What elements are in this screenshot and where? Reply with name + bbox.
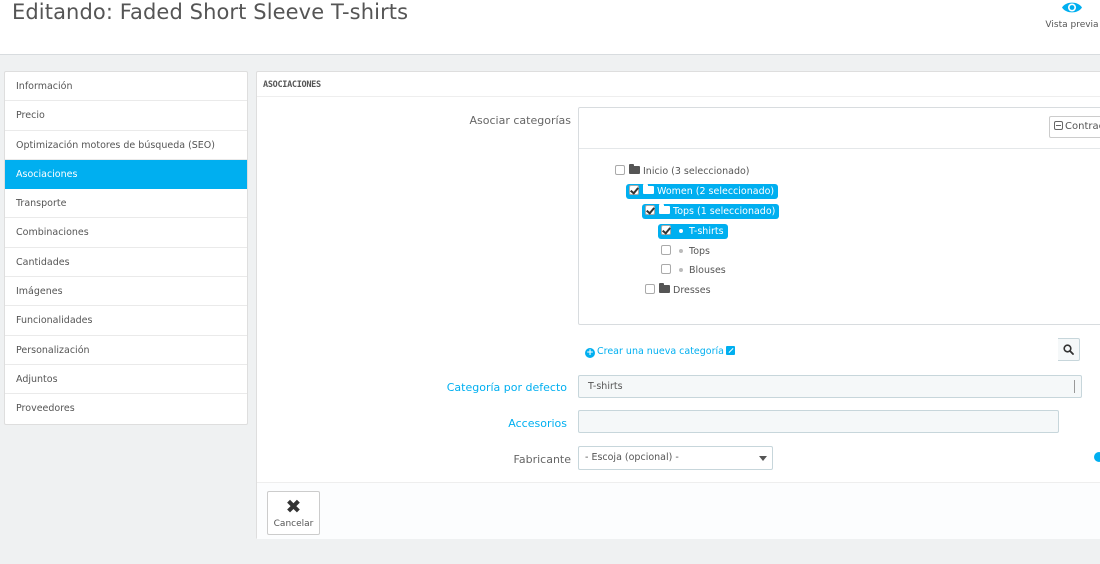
- checkbox-icon[interactable]: [645, 284, 655, 294]
- tree-node-women[interactable]: Women (2 seleccionado): [626, 184, 779, 199]
- associate-categories-label: Asociar categorías: [469, 114, 571, 127]
- default-category-select[interactable]: T-shirts: [578, 375, 1082, 398]
- accessories-label: Accesorios: [508, 417, 567, 430]
- folder-icon: [659, 283, 670, 293]
- dot-icon: [679, 249, 683, 253]
- manufacturer-label: Fabricante: [513, 453, 571, 466]
- folder-open-icon: [659, 204, 670, 214]
- tree-node-label: T-shirts: [689, 226, 724, 237]
- select-caret-icon: [1074, 380, 1078, 393]
- tree-node-dresses[interactable]: Dresses: [645, 283, 711, 298]
- checkbox-icon[interactable]: [615, 165, 625, 175]
- sidebar-item-proveedores[interactable]: Proveedores: [5, 394, 247, 423]
- dot-icon: [679, 229, 683, 233]
- cancel-label: Cancelar: [273, 519, 314, 529]
- plus-circle-icon: +: [585, 348, 595, 358]
- category-tree: Contraer Inicio (3 seleccionado) Women (…: [578, 107, 1100, 325]
- add-manufacturer-icon[interactable]: [1094, 452, 1100, 462]
- manufacturer-select[interactable]: - Escoja (opcional) -: [578, 446, 773, 470]
- page-header: Editando: Faded Short Sleeve T-shirts Vi…: [0, 0, 1100, 55]
- associations-panel: ASOCIACIONES Asociar categorías Contraer…: [256, 71, 1100, 539]
- checkbox-icon[interactable]: [661, 245, 671, 255]
- accessories-search-button[interactable]: [1058, 338, 1080, 361]
- sidebar-item-precio[interactable]: Precio: [5, 101, 247, 131]
- sidebar-item-asociaciones[interactable]: Asociaciones: [5, 159, 247, 190]
- manufacturer-value: - Escoja (opcional) -: [585, 452, 679, 463]
- sidebar-item-seo[interactable]: Optimización motores de búsqueda (SEO): [5, 131, 247, 160]
- create-category-link[interactable]: + Crear una nueva categoría: [585, 346, 735, 358]
- tree-node-tops[interactable]: Tops: [661, 244, 710, 259]
- tree-node-tshirts[interactable]: T-shirts: [658, 224, 728, 239]
- sidebar-item-imagenes[interactable]: Imágenes: [5, 277, 247, 307]
- sidebar-item-combinaciones[interactable]: Combinaciones: [5, 218, 247, 248]
- checkbox-checked-icon[interactable]: [661, 225, 671, 235]
- folder-open-icon: [643, 184, 654, 194]
- sidebar-item-transporte[interactable]: Transporte: [5, 189, 247, 219]
- checkbox-icon[interactable]: [661, 264, 671, 274]
- tree-node-label: Tops (1 seleccionado): [673, 206, 776, 217]
- tree-node-label: Women (2 seleccionado): [657, 186, 775, 197]
- sidebar-nav: Información Precio Optimización motores …: [4, 71, 248, 425]
- sidebar-item-funcionalidades[interactable]: Funcionalidades: [5, 306, 247, 336]
- tree-node-label: Blouses: [689, 265, 726, 276]
- sidebar-item-adjuntos[interactable]: Adjuntos: [5, 365, 247, 395]
- preview-button[interactable]: Vista previa: [1044, 0, 1100, 40]
- create-category-label: Crear una nueva categoría: [597, 346, 724, 357]
- preview-label: Vista previa: [1045, 20, 1099, 30]
- collapse-icon: [1054, 121, 1063, 130]
- panel-heading: ASOCIACIONES: [257, 72, 1100, 97]
- tree-node-blouses[interactable]: Blouses: [661, 263, 726, 278]
- default-category-value: T-shirts: [588, 381, 623, 392]
- collapse-label: Contraer: [1065, 121, 1100, 132]
- tree-node-label: Tops: [689, 246, 710, 257]
- panel-footer: ✖ Cancelar: [257, 482, 1100, 539]
- collapse-button[interactable]: Contraer: [1049, 116, 1100, 138]
- sidebar-item-cantidades[interactable]: Cantidades: [5, 248, 247, 278]
- checkbox-checked-icon[interactable]: [629, 185, 639, 195]
- external-link-icon: [725, 346, 735, 355]
- dot-icon: [679, 268, 683, 272]
- folder-open-icon: [629, 164, 640, 174]
- search-icon: [1063, 344, 1074, 355]
- tree-node-tops-parent[interactable]: Tops (1 seleccionado): [642, 204, 780, 219]
- default-category-label: Categoría por defecto: [446, 381, 567, 394]
- tree-toolbar: Contraer: [579, 108, 1100, 149]
- eye-icon: [1062, 2, 1082, 13]
- tree-node-label: Dresses: [673, 285, 711, 296]
- close-icon: ✖: [285, 496, 302, 518]
- accessories-input[interactable]: [578, 410, 1059, 433]
- tree-node-label: Inicio (3 seleccionado): [643, 166, 750, 177]
- cancel-button[interactable]: ✖ Cancelar: [267, 491, 320, 535]
- chevron-down-icon: [759, 456, 767, 461]
- page-title: Editando: Faded Short Sleeve T-shirts: [12, 0, 409, 24]
- sidebar-item-personalizacion[interactable]: Personalización: [5, 336, 247, 365]
- sidebar-item-informacion[interactable]: Información: [5, 72, 247, 102]
- checkbox-checked-icon[interactable]: [645, 205, 655, 215]
- tree-node-inicio[interactable]: Inicio (3 seleccionado): [615, 164, 750, 179]
